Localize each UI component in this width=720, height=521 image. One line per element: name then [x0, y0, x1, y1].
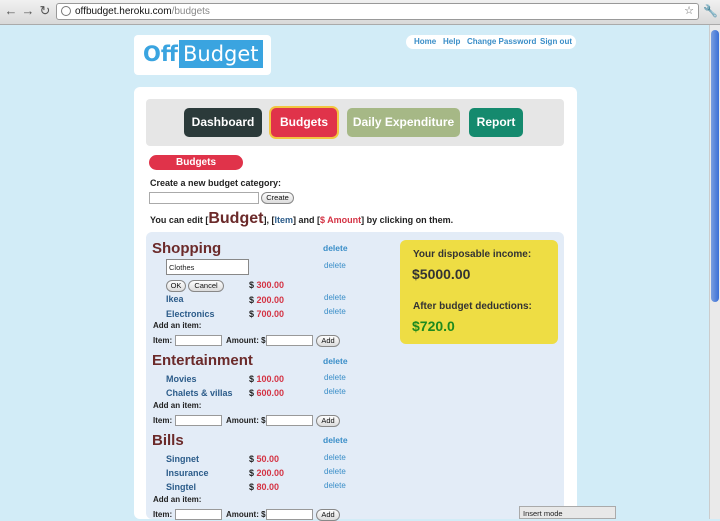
create-button[interactable]: Create — [261, 192, 294, 204]
delete-category-entertainment[interactable]: delete — [323, 356, 348, 366]
after-deductions-label: After budget deductions: — [413, 301, 532, 312]
tab-budgets[interactable]: Budgets — [271, 108, 337, 137]
after-deductions-value: $720.0 — [412, 318, 455, 334]
item-amount[interactable]: $ 200.00 — [249, 468, 284, 478]
item-label: Item: — [153, 416, 173, 425]
edit-hint-amount: $ Amount — [319, 215, 362, 225]
address-bar[interactable]: offbudget.heroku.com/budgets ☆ — [56, 3, 699, 20]
scrollbar-thumb[interactable] — [711, 30, 719, 302]
delete-item[interactable]: delete — [324, 373, 346, 382]
logo[interactable]: Off Budget — [134, 35, 271, 75]
delete-item[interactable]: delete — [324, 307, 346, 316]
add-item-label: Add an item: — [153, 401, 202, 410]
amount-label: Amount: $ — [226, 510, 266, 519]
top-nav: Home Help Change Password Sign out — [406, 35, 576, 49]
help-link[interactable]: Help — [443, 35, 460, 49]
new-item-input[interactable] — [175, 415, 222, 426]
delete-item-clothes[interactable]: delete — [324, 261, 346, 270]
item-label: Item: — [153, 510, 173, 519]
item-name[interactable]: Chalets & villas — [166, 388, 233, 398]
forward-icon[interactable]: → — [21, 4, 35, 18]
tab-dashboard[interactable]: Dashboard — [184, 108, 262, 137]
wrench-icon[interactable]: 🔧 — [703, 4, 718, 18]
tab-report[interactable]: Report — [469, 108, 523, 137]
new-category-input[interactable] — [149, 192, 259, 204]
item-name[interactable]: Singnet — [166, 454, 199, 464]
amount-label: Amount: $ — [226, 416, 266, 425]
tab-daily-expenditure[interactable]: Daily Expenditure — [347, 108, 460, 137]
item-label: Item: — [153, 336, 173, 345]
edit-hint: You can edit [Budget], [Item] and [$ Amo… — [150, 210, 454, 227]
delete-item[interactable]: delete — [324, 387, 346, 396]
delete-category-bills[interactable]: delete — [323, 435, 348, 445]
create-category-label: Create a new budget category: — [150, 178, 282, 188]
edit-item-input[interactable]: Clothes — [166, 259, 249, 275]
item-name[interactable]: Movies — [166, 374, 197, 384]
add-item-label: Add an item: — [153, 495, 202, 504]
item-name[interactable]: Ikea — [166, 294, 184, 304]
logo-budget: Budget — [179, 40, 263, 68]
disposable-income-value: $5000.00 — [412, 266, 471, 282]
amount-label: Amount: $ — [226, 336, 266, 345]
new-amount-input[interactable] — [266, 335, 313, 346]
item-name[interactable]: Singtel — [166, 482, 196, 492]
category-title-bills[interactable]: Bills — [152, 432, 184, 449]
item-amount[interactable]: $ 600.00 — [249, 388, 284, 398]
item-name[interactable]: Insurance — [166, 468, 209, 478]
item-amount[interactable]: $ 300.00 — [249, 280, 284, 290]
url-path: /budgets — [171, 6, 210, 17]
add-button[interactable]: Add — [316, 415, 340, 427]
sign-out-link[interactable]: Sign out — [540, 35, 572, 49]
item-amount[interactable]: $ 100.00 — [249, 374, 284, 384]
edit-hint-budget: Budget — [208, 210, 264, 227]
globe-icon — [61, 6, 71, 16]
ok-button[interactable]: OK — [166, 280, 186, 292]
new-amount-input[interactable] — [266, 509, 313, 520]
delete-item[interactable]: delete — [324, 293, 346, 302]
url-host: offbudget.heroku.com — [75, 6, 172, 17]
add-button[interactable]: Add — [316, 509, 340, 521]
delete-category-shopping[interactable]: delete — [323, 243, 348, 253]
delete-item[interactable]: delete — [324, 453, 346, 462]
insert-mode-status: Insert mode — [519, 506, 616, 519]
page-scrollbar[interactable] — [709, 25, 720, 519]
browser-toolbar: ← → ↻ offbudget.heroku.com/budgets ☆ 🔧 — [0, 0, 720, 25]
bookmark-star-icon[interactable]: ☆ — [684, 4, 694, 19]
cancel-button[interactable]: Cancel — [188, 280, 224, 292]
item-amount[interactable]: $ 80.00 — [249, 482, 279, 492]
category-title-shopping[interactable]: Shopping — [152, 240, 221, 257]
back-icon[interactable]: ← — [4, 4, 18, 18]
edit-hint-item: Item — [274, 215, 293, 225]
new-item-input[interactable] — [175, 509, 222, 520]
delete-item[interactable]: delete — [324, 467, 346, 476]
item-amount[interactable]: $ 50.00 — [249, 454, 279, 464]
item-amount[interactable]: $ 200.00 — [249, 295, 284, 305]
reload-icon[interactable]: ↻ — [38, 4, 52, 18]
add-item-label: Add an item: — [153, 321, 202, 330]
disposable-income-label: Your disposable income: — [413, 249, 532, 260]
delete-item[interactable]: delete — [324, 481, 346, 490]
page-title: Budgets — [149, 155, 243, 170]
item-amount[interactable]: $ 700.00 — [249, 309, 284, 319]
item-name[interactable]: Electronics — [166, 309, 215, 319]
add-button[interactable]: Add — [316, 335, 340, 347]
change-password-link[interactable]: Change Password — [467, 35, 536, 49]
category-title-entertainment[interactable]: Entertainment — [152, 352, 253, 369]
new-amount-input[interactable] — [266, 415, 313, 426]
new-item-input[interactable] — [175, 335, 222, 346]
logo-off: Off — [143, 42, 178, 66]
home-link[interactable]: Home — [414, 35, 436, 49]
